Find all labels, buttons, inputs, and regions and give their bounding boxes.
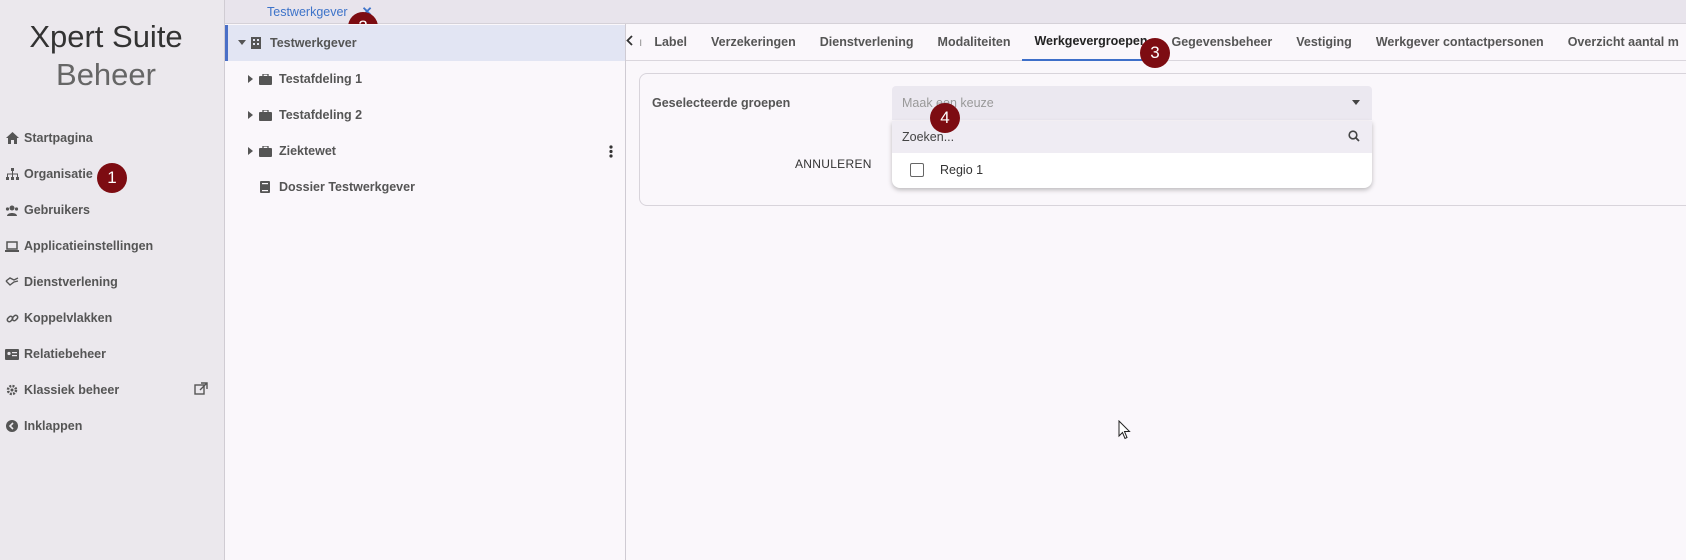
chevron-right-icon[interactable] [245, 147, 257, 155]
tab-overzicht-aantal[interactable]: Overzicht aantal m [1556, 24, 1686, 61]
sitemap-icon [0, 168, 24, 180]
side-navigation: Xpert Suite Beheer Startpagina Organisat… [0, 0, 225, 560]
chevron-down-icon[interactable] [236, 40, 248, 46]
document-tab-strip: Testwerkgever ✕ [225, 0, 1686, 24]
nav-item-gebruikers[interactable]: Gebruikers [0, 192, 225, 228]
tab-werkgevergroepen[interactable]: Werkgevergroepen [1022, 24, 1160, 61]
nav-item-label: Startpagina [24, 131, 93, 145]
tree-item-label: Ziektewet [279, 144, 336, 158]
tree-item-testafdeling-2[interactable]: Testafdeling 2 [225, 97, 625, 133]
laptop-icon [0, 240, 24, 252]
dropdown-arrow-icon [1352, 100, 1360, 105]
tree-item-testwerkgever[interactable]: Testwerkgever [225, 25, 625, 61]
nav-item-inklappen[interactable]: Inklappen [0, 408, 225, 444]
cancel-button[interactable]: ANNULEREN [795, 157, 872, 171]
tree-item-label: Testwerkgever [270, 36, 357, 50]
tree-item-ziektewet[interactable]: Ziektewet [225, 133, 625, 169]
handshake-icon [0, 277, 24, 287]
groups-label: Geselecteerde groepen [652, 96, 791, 110]
book-icon [257, 181, 273, 193]
groups-select[interactable]: Maak een keuze [892, 86, 1372, 120]
briefcase-icon [257, 109, 273, 121]
nav-item-applicatieinstellingen[interactable]: Applicatieinstellingen [0, 228, 225, 264]
nav-item-label: Koppelvlakken [24, 311, 113, 325]
nav-item-label: Klassiek beheer [24, 383, 120, 397]
app-title-line2: Beheer [56, 57, 156, 92]
option-label: Regio 1 [940, 163, 984, 177]
home-icon [0, 132, 24, 144]
briefcase-icon [257, 73, 273, 85]
nav-item-label: Gebruikers [24, 203, 91, 217]
dropdown-option-regio-1[interactable]: Regio 1 [892, 153, 1372, 187]
id-card-icon [0, 348, 24, 360]
mouse-cursor-icon [1118, 419, 1131, 445]
tree-item-testafdeling-1[interactable]: Testafdeling 1 [225, 61, 625, 97]
briefcase-icon [257, 145, 273, 157]
dropdown-search-input[interactable]: Zoeken... [892, 121, 1372, 153]
chevron-right-icon[interactable] [245, 111, 257, 119]
option-checkbox[interactable] [910, 163, 924, 177]
nav-item-koppelvlakken[interactable]: Koppelvlakken [0, 300, 225, 336]
chevron-left-icon [626, 33, 633, 51]
nav-item-relatiebeheer[interactable]: Relatiebeheer [0, 336, 225, 372]
tab-modaliteiten[interactable]: Modaliteiten [926, 24, 1023, 61]
nav-item-label: Inklappen [24, 419, 83, 433]
nav-item-klassiek-beheer[interactable]: Klassiek beheer [0, 372, 225, 408]
app-title-line1: Xpert Suite [29, 19, 183, 54]
gear-icon [0, 384, 24, 396]
tree-item-label: Testafdeling 1 [279, 72, 363, 86]
users-icon [0, 205, 24, 216]
groups-dropdown-panel: Zoeken... Regio 1 [892, 121, 1372, 188]
tab-verzekeringen[interactable]: Verzekeringen [699, 24, 808, 61]
nav-item-startpagina[interactable]: Startpagina [0, 120, 225, 156]
nav-item-label: Relatiebeheer [24, 347, 106, 361]
nav-item-label: Applicatieinstellingen [24, 239, 154, 253]
nav-item-label: Organisatie [24, 167, 93, 181]
tab-dienstverlening[interactable]: Dienstverlening [808, 24, 926, 61]
kebab-menu-icon[interactable] [609, 144, 613, 158]
nav-item-label: Dienstverlening [24, 275, 118, 289]
tab-scroll-left[interactable]: ı [626, 24, 642, 61]
building-icon [248, 37, 264, 49]
document-tab-label: Testwerkgever [267, 5, 348, 19]
app-title: Xpert Suite Beheer [0, 18, 212, 94]
tab-gegevensbeheer[interactable]: Gegevensbeheer [1159, 24, 1284, 61]
step-badge-1: 1 [97, 163, 127, 193]
tree-item-label: Dossier Testwerkgever [279, 180, 415, 194]
search-icon [1348, 130, 1360, 145]
chevron-left-circle-icon [0, 420, 24, 432]
step-badge-3: 3 [1140, 38, 1170, 68]
external-link-icon[interactable] [194, 382, 208, 398]
tab-vestiging[interactable]: Vestiging [1284, 24, 1364, 61]
organisation-tree: Testwerkgever Testafdeling 1 Testafdelin… [225, 24, 626, 560]
tab-label[interactable]: Label [642, 24, 699, 61]
step-badge-4: 4 [930, 103, 960, 133]
tab-werkgever-contactpersonen[interactable]: Werkgever contactpersonen [1364, 24, 1556, 61]
link-icon [0, 312, 24, 325]
tree-item-dossier[interactable]: Dossier Testwerkgever [225, 169, 625, 205]
chevron-right-icon[interactable] [245, 75, 257, 83]
nav-item-dienstverlening[interactable]: Dienstverlening [0, 264, 225, 300]
tree-item-label: Testafdeling 2 [279, 108, 363, 122]
